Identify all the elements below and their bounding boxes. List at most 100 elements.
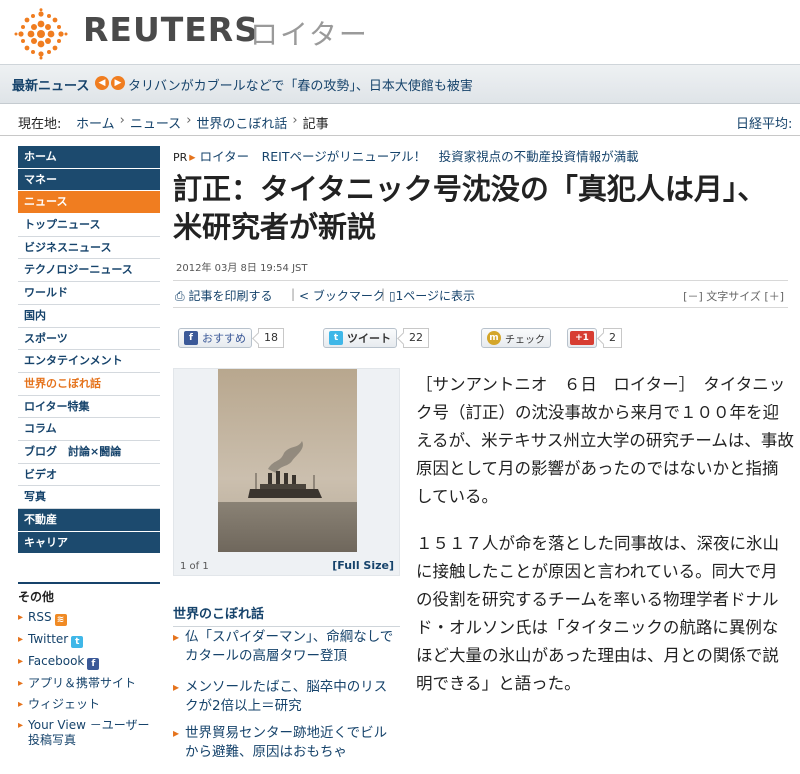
related-item[interactable]: 世界貿易センター跡地近くでビルから避難、原因はおもちゃ bbox=[173, 724, 400, 762]
tweet-count: 22 bbox=[403, 328, 429, 348]
sidebar-item-domestic[interactable]: 国内 bbox=[18, 304, 160, 328]
divider: | bbox=[291, 287, 296, 301]
facebook-icon: f bbox=[184, 331, 198, 345]
breadcrumb-news[interactable]: ニュース bbox=[130, 113, 181, 132]
sidebar-item-features[interactable]: ロイター特集 bbox=[18, 395, 160, 419]
sidebar-item-technology[interactable]: テクノロジーニュース bbox=[18, 259, 160, 283]
print-button[interactable]: ⎙ 記事を印刷する bbox=[175, 287, 272, 304]
chevron-right-icon: › bbox=[119, 113, 125, 128]
bookmark-button[interactable]: < ブックマーク bbox=[299, 287, 385, 304]
sidebar-other-label: Twitter bbox=[28, 632, 69, 646]
tweet-button[interactable]: t ツイート bbox=[323, 328, 397, 348]
article-headline: 訂正：タイタニック号沈没の「真犯人は月」、米研究者が新説 bbox=[173, 172, 767, 244]
article-paragraph: ［サンアントニオ ６日 ロイター］ タイタニック号（訂正）の沈没事故から来月で１… bbox=[416, 375, 794, 506]
recommend-label: おすすめ bbox=[202, 332, 246, 345]
prev-arrow-icon[interactable]: ◀ bbox=[95, 76, 109, 90]
reuters-logo-text[interactable]: REUTERS bbox=[83, 10, 259, 49]
gplus-count: 2 bbox=[603, 328, 622, 348]
sidebar-other-label: RSS bbox=[28, 610, 52, 624]
chevron-right-icon: › bbox=[292, 113, 298, 128]
related-title[interactable]: 世界のこぼれ話 bbox=[173, 603, 400, 627]
sidebar-item-oddly-enough[interactable]: 世界のこぼれ話 bbox=[18, 372, 160, 396]
arrow-right-icon: ▸ bbox=[189, 149, 196, 164]
related-item[interactable]: メンソールたばこ、脳卒中のリスクが2倍以上＝研究 bbox=[173, 678, 400, 716]
sidebar-item-money[interactable]: マネー bbox=[18, 168, 160, 192]
google-plus: +1 2 bbox=[567, 327, 622, 349]
sidebar-item-home[interactable]: ホーム bbox=[18, 146, 160, 169]
titanic-photo[interactable] bbox=[218, 369, 357, 552]
printer-icon: ⎙ bbox=[175, 289, 185, 303]
pr-text: ロイター REITページがリニューアル！ 投資家視点の不動産投資情報が満載 bbox=[199, 149, 639, 164]
article-tools: ⎙ 記事を印刷する | < ブックマーク | ▯1ページに表示 [－] 文字サイ… bbox=[173, 280, 788, 308]
breaking-news-link[interactable]: タリバンがカブールなどで「春の攻勢」、日本大使館も被害 bbox=[128, 75, 473, 94]
article-body: ［サンアントニオ ６日 ロイター］ タイタニック号（訂正）の沈没事故から来月で１… bbox=[416, 371, 794, 717]
sidebar-other-apps[interactable]: アプリ＆携帯サイト bbox=[18, 676, 160, 691]
check-label: チェック bbox=[505, 334, 545, 346]
one-page-label: 1ページに表示 bbox=[395, 289, 476, 303]
reuters-logo-jp[interactable]: ロイター bbox=[250, 13, 369, 53]
twitter-icon: t bbox=[71, 636, 84, 648]
article-paragraph: １５１７人が命を落とした同事故は、深夜に氷山に接触したことが原因と言われている。… bbox=[416, 534, 779, 693]
font-size-control[interactable]: [－] 文字サイズ [＋] bbox=[683, 288, 784, 304]
facebook-icon: f bbox=[87, 658, 100, 670]
full-size-link[interactable]: [Full Size] bbox=[332, 559, 394, 572]
sidebar-other: その他 RSS≋ Twittert Facebookf アプリ＆携帯サイト ウィ… bbox=[18, 582, 160, 754]
share-icon: < bbox=[299, 289, 310, 303]
sidebar-other-your-view[interactable]: Your View －ユーザー投稿写真 bbox=[18, 718, 160, 748]
sidebar-item-world[interactable]: ワールド bbox=[18, 282, 160, 305]
check-button[interactable]: m チェック bbox=[481, 328, 551, 348]
tweet-label: ツイート bbox=[347, 332, 391, 345]
sidebar-item-photo[interactable]: 写真 bbox=[18, 486, 160, 509]
sidebar-item-entertainment[interactable]: エンタテインメント bbox=[18, 350, 160, 373]
facebook-recommend: f おすすめ 18 bbox=[178, 327, 284, 349]
next-arrow-icon[interactable]: ▶ bbox=[111, 76, 125, 90]
sidebar-item-business[interactable]: ビジネスニュース bbox=[18, 236, 160, 260]
sidebar-other-facebook[interactable]: Facebookf bbox=[18, 654, 160, 670]
photo-counter: 1 of 1 bbox=[180, 561, 209, 572]
gplus-icon: +1 bbox=[570, 331, 594, 345]
sidebar-item-real-estate[interactable]: 不動産 bbox=[18, 509, 160, 532]
sidebar-other-label: Facebook bbox=[28, 654, 85, 668]
sidebar-other-twitter[interactable]: Twittert bbox=[18, 632, 160, 648]
one-page-button[interactable]: ▯1ページに表示 bbox=[389, 287, 475, 304]
nikkei-link[interactable]: 日経平均: bbox=[736, 113, 792, 132]
sidebar-other-widget[interactable]: ウィジェット bbox=[18, 697, 160, 712]
mixi-check: m チェック bbox=[481, 327, 551, 349]
breadcrumb-bar: 現在地: ホーム › ニュース › 世界のこぼれ話 › 記事 日経平均: bbox=[0, 104, 800, 136]
print-label: 記事を印刷する bbox=[188, 289, 273, 303]
recommend-button[interactable]: f おすすめ bbox=[178, 328, 252, 348]
twitter-bird-icon: t bbox=[329, 331, 343, 345]
sidebar-item-news[interactable]: ニュース bbox=[18, 191, 160, 215]
breadcrumb-oddly[interactable]: 世界のこぼれ話 bbox=[196, 113, 287, 132]
sidebar-item-blog[interactable]: ブログ 討論×闘論 bbox=[18, 440, 160, 464]
twitter-share: t ツイート 22 bbox=[323, 327, 429, 349]
sidebar-item-career[interactable]: キャリア bbox=[18, 531, 160, 555]
rss-icon: ≋ bbox=[54, 614, 67, 626]
sidebar-item-video[interactable]: ビデオ bbox=[18, 463, 160, 487]
divider: | bbox=[381, 287, 386, 301]
breaking-news-label: 最新ニュース bbox=[12, 79, 90, 94]
sidebar-item-column[interactable]: コラム bbox=[18, 418, 160, 441]
sidebar-item-top-news[interactable]: トップニュース bbox=[18, 214, 160, 237]
pr-tag: PR bbox=[173, 151, 188, 164]
sidebar-item-sports[interactable]: スポーツ bbox=[18, 327, 160, 351]
photo-box: 1 of 1 [Full Size] bbox=[173, 368, 400, 576]
site-header: REUTERS ロイター bbox=[0, 0, 800, 64]
gplus-button[interactable]: +1 bbox=[567, 328, 597, 348]
breadcrumb-home[interactable]: ホーム bbox=[76, 113, 115, 132]
pr-banner[interactable]: PR ▸ ロイター REITページがリニューアル！ 投資家視点の不動産投資情報が満載 bbox=[173, 146, 639, 165]
sidebar-other-rss[interactable]: RSS≋ bbox=[18, 610, 160, 626]
sidebar-other-title: その他 bbox=[18, 590, 55, 604]
breadcrumb-label: 現在地: bbox=[18, 117, 62, 132]
breadcrumb-current: 記事 bbox=[302, 117, 329, 132]
reuters-logo-icon[interactable] bbox=[12, 8, 70, 60]
breaking-nav: ◀ ▶ bbox=[95, 76, 125, 90]
page-icon: ▯ bbox=[389, 289, 396, 303]
article-date: 2012年 03月 8日 19:54 JST bbox=[176, 263, 308, 274]
chevron-right-icon: › bbox=[186, 113, 192, 128]
related-item[interactable]: 仏「スパイダーマン」、命綱なしでカタールの高層タワー登頂 bbox=[173, 628, 400, 666]
breaking-news-bar: 最新ニュース ◀ ▶ タリバンがカブールなどで「春の攻勢」、日本大使館も被害 bbox=[0, 64, 800, 104]
bookmark-label: ブックマーク bbox=[312, 289, 385, 303]
sidebar-nav: ホーム マネー ニュース トップニュース ビジネスニュース テクノロジーニュース… bbox=[18, 146, 160, 555]
recommend-count: 18 bbox=[258, 328, 284, 348]
